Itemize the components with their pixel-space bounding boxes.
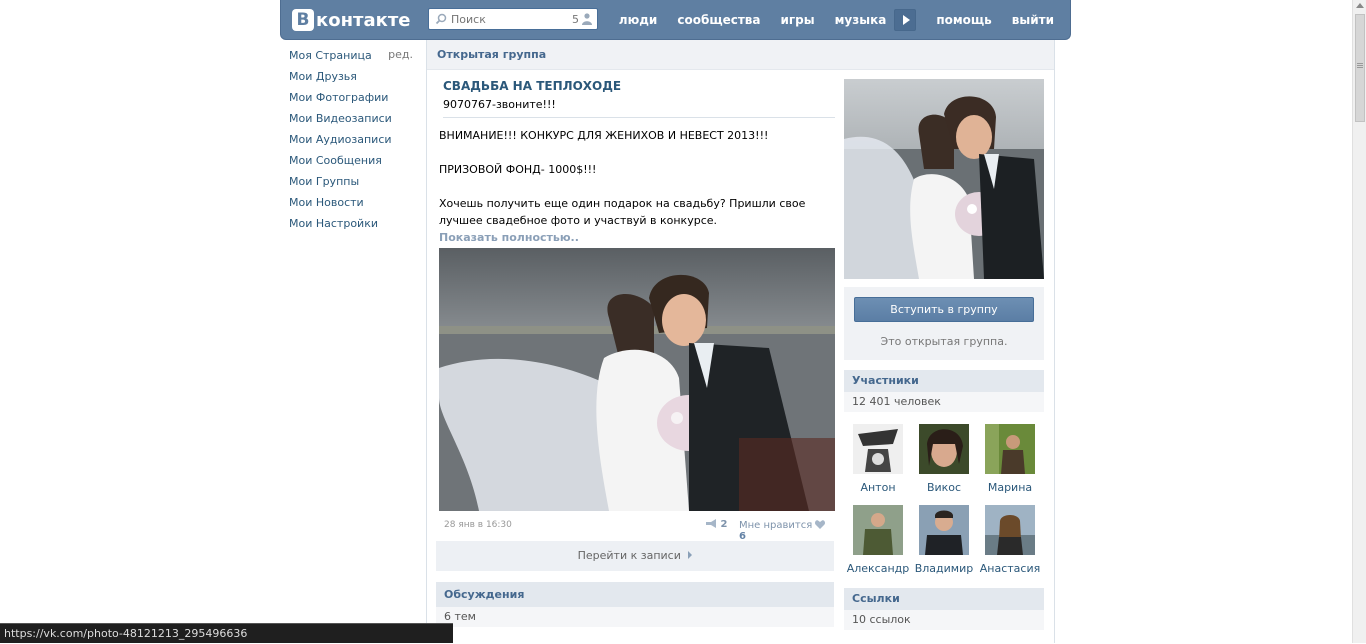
- play-icon[interactable]: [894, 9, 917, 31]
- post-line: ПРИЗОВОЙ ФОНД- 1000$!!!: [439, 163, 597, 176]
- member-item[interactable]: Анастасия: [977, 505, 1043, 575]
- join-group-button[interactable]: Вступить в группу: [854, 297, 1034, 322]
- side-menu: Моя Страница ред. Мои Друзья Мои Фотогра…: [289, 48, 419, 237]
- members-count[interactable]: 12 401 человек: [844, 392, 1044, 412]
- member-item[interactable]: Александр: [845, 505, 911, 575]
- sidebar-item-videos[interactable]: Мои Видеозаписи: [289, 111, 419, 132]
- nav-help[interactable]: помощь: [936, 13, 991, 27]
- member-avatar[interactable]: [853, 505, 903, 555]
- nav-logout[interactable]: выйти: [1012, 13, 1054, 27]
- top-header: В контакте 5 люди сообщества игры музыка…: [280, 0, 1071, 40]
- search-icon: [435, 13, 447, 25]
- top-nav: люди сообщества игры музыка помощь выйти: [599, 0, 1054, 40]
- like-count: 6: [739, 531, 746, 542]
- scrollbar-grip: [1357, 63, 1363, 64]
- member-photo: [919, 505, 969, 555]
- open-group-note: Это открытая группа.: [880, 335, 1008, 348]
- scroll-up-arrow-icon[interactable]: [1356, 3, 1364, 8]
- sidebar-item-settings[interactable]: Мои Настройки: [289, 216, 419, 237]
- nav-people[interactable]: люди: [619, 13, 658, 27]
- sidebar-item-messages[interactable]: Мои Сообщения: [289, 153, 419, 174]
- sidebar-item-photos[interactable]: Мои Фотографии: [289, 90, 419, 111]
- sidebar-item-audio[interactable]: Мои Аудиозаписи: [289, 132, 419, 153]
- group-avatar-image: [844, 79, 1044, 279]
- post-meta: 28 янв в 16:30 2 Мне нравится 6: [439, 519, 835, 542]
- post-line: ВНИМАНИЕ!!! КОНКУРС ДЛЯ ЖЕНИХОВ И НЕВЕСТ…: [439, 129, 769, 142]
- nav-communities[interactable]: сообщества: [677, 13, 760, 27]
- go-to-post-label: Перейти к записи: [577, 549, 681, 562]
- friend-requests-count[interactable]: 5: [572, 13, 579, 26]
- member-photo: [853, 505, 903, 555]
- search-box[interactable]: 5: [428, 8, 598, 30]
- show-more-link[interactable]: Показать полностью..: [439, 231, 835, 244]
- group-avatar[interactable]: [844, 79, 1044, 279]
- vk-logo[interactable]: В контакте: [292, 7, 410, 33]
- status-bar-url: https://vk.com/photo-48121213_295496636: [0, 623, 453, 643]
- links-header[interactable]: Ссылки: [844, 588, 1044, 610]
- member-avatar[interactable]: [853, 424, 903, 474]
- share-count: 2: [720, 519, 728, 530]
- member-item[interactable]: Владимир: [911, 505, 977, 575]
- sidebar-item-news[interactable]: Мои Новости: [289, 195, 419, 216]
- member-name[interactable]: Антон: [845, 481, 911, 494]
- megaphone-icon: [706, 519, 716, 528]
- post-text: ВНИМАНИЕ!!! КОНКУРС ДЛЯ ЖЕНИХОВ И НЕВЕСТ…: [439, 127, 835, 229]
- logo-text: контакте: [316, 9, 411, 31]
- post-line: Хочешь получить еще один подарок на свад…: [439, 197, 806, 227]
- member-item[interactable]: Антон: [845, 424, 911, 494]
- member-photo: [985, 424, 1035, 474]
- like-label: Мне нравится: [739, 520, 813, 531]
- member-name[interactable]: Анастасия: [977, 562, 1043, 575]
- member-name[interactable]: Викос: [911, 481, 977, 494]
- sidebar-item-friends[interactable]: Мои Друзья: [289, 69, 419, 90]
- page-title: Открытая группа: [427, 40, 1054, 70]
- post-date[interactable]: 28 янв в 16:30: [444, 520, 512, 530]
- member-avatar[interactable]: [919, 424, 969, 474]
- members-header[interactable]: Участники: [844, 370, 1044, 392]
- links-count: 10 ссылок: [844, 610, 1044, 630]
- nav-games[interactable]: игры: [781, 13, 815, 27]
- person-icon[interactable]: [582, 13, 592, 25]
- wedding-photo-image: [439, 248, 835, 511]
- member-avatar[interactable]: [985, 505, 1035, 555]
- edit-link[interactable]: ред.: [388, 48, 413, 61]
- chevron-right-icon: [688, 551, 693, 559]
- go-to-post-button[interactable]: Перейти к записи: [436, 541, 834, 571]
- discussions-count: 6 тем: [436, 607, 834, 627]
- search-input[interactable]: [451, 11, 561, 27]
- member-photo: [985, 505, 1035, 555]
- heart-icon: [815, 520, 826, 529]
- member-avatar[interactable]: [985, 424, 1035, 474]
- share-button[interactable]: 2: [706, 519, 727, 530]
- member-name[interactable]: Владимир: [911, 562, 977, 575]
- member-name[interactable]: Александр: [845, 562, 911, 575]
- members-grid: Антон Викос Марина Александр Владимир Ан…: [844, 414, 1044, 576]
- group-status: 9070767-звоните!!!: [443, 98, 835, 118]
- logo-letter: В: [292, 9, 314, 31]
- member-item[interactable]: Марина: [977, 424, 1043, 494]
- group-wall: СВАДЬБА НА ТЕПЛОХОДЕ 9070767-звоните!!! …: [436, 70, 835, 627]
- member-photo: [853, 424, 903, 474]
- join-box: Вступить в группу Это открытая группа.: [844, 287, 1044, 360]
- member-item[interactable]: Викос: [911, 424, 977, 494]
- discussions-header[interactable]: Обсуждения: [436, 582, 834, 607]
- post-photo[interactable]: [439, 248, 835, 511]
- group-name: СВАДЬБА НА ТЕПЛОХОДЕ: [443, 79, 622, 93]
- scrollbar-thumb[interactable]: [1355, 14, 1365, 122]
- page-scrollbar[interactable]: [1352, 0, 1366, 643]
- nav-music[interactable]: музыка: [835, 13, 887, 27]
- sidebar-item-groups[interactable]: Мои Группы: [289, 174, 419, 195]
- right-column: Вступить в группу Это открытая группа. У…: [844, 79, 1044, 630]
- like-button[interactable]: Мне нравится 6: [739, 520, 835, 542]
- member-photo: [919, 424, 969, 474]
- member-avatar[interactable]: [919, 505, 969, 555]
- member-name[interactable]: Марина: [977, 481, 1043, 494]
